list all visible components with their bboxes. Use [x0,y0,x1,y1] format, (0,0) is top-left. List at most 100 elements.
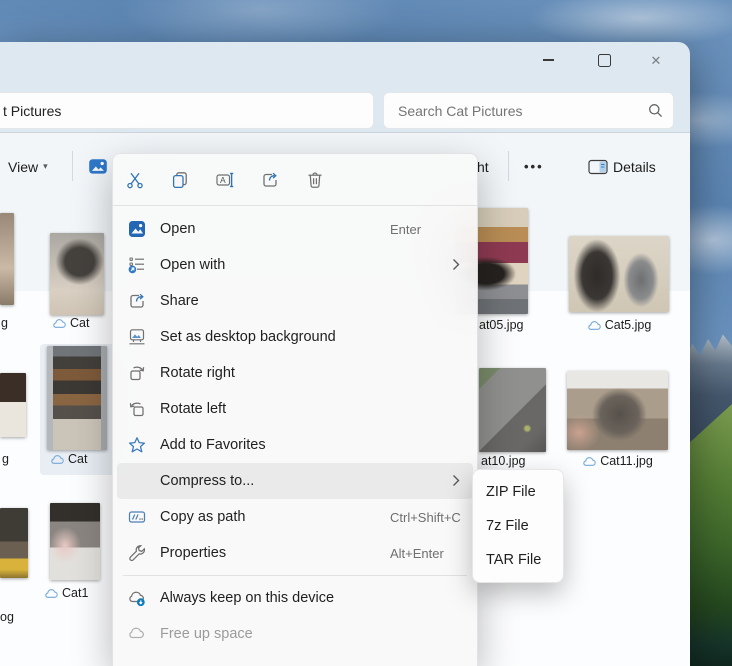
menu-item-label: Set as desktop background [160,329,336,345]
menu-item-open-with[interactable]: Open with [117,247,473,283]
set-background-button[interactable] [87,133,109,200]
menu-item-label: Copy as path [160,509,245,525]
file-label: Cat [52,316,89,330]
submenu-item-label: TAR File [486,552,541,568]
open-with-icon [127,255,147,275]
submenu-item-7z-file[interactable]: 7z File [473,509,563,543]
share-icon [127,291,147,311]
details-button[interactable]: Details [588,133,656,200]
menu-item-label: Properties [160,545,226,561]
menu-item-label: Open with [160,257,225,273]
menu-item-copy-as-path[interactable]: Copy as path Ctrl+Shift+C [117,499,473,535]
copy-path-icon [127,507,147,527]
delete-button[interactable] [297,162,333,198]
rotate-left-icon [127,399,147,419]
menu-divider [123,575,467,576]
menu-item-free-up-space[interactable]: Free up space [117,616,473,652]
menu-item-rotate-right[interactable]: Rotate right [117,355,473,391]
search-input[interactable] [384,102,648,120]
share-button[interactable] [252,162,288,198]
file-thumbnail[interactable] [0,373,26,437]
menu-item-label: Compress to... [160,473,254,489]
clipped-toolbar-button[interactable]: ht [477,133,489,200]
menu-item-open[interactable]: Open Enter [117,211,473,247]
address-text: t Pictures [0,103,61,119]
onedrive-cloud-icon [52,318,66,329]
menu-item-rotate-left[interactable]: Rotate left [117,391,473,427]
search-icon [648,103,663,118]
svg-text:A: A [220,175,226,185]
menu-item-label: Open [160,221,195,237]
menu-items: Open Enter Open with Share Set as deskto… [113,206,477,652]
rename-button[interactable]: A [207,162,243,198]
submenu-item-label: ZIP File [486,484,536,500]
details-pane-icon [588,159,608,175]
menu-item-shortcut: Alt+Enter [390,546,444,561]
minimize-icon [543,59,554,60]
file-thumbnail[interactable] [50,233,104,315]
see-more-button[interactable]: ••• [524,133,544,200]
chevron-down-icon: ▾ [43,161,48,172]
wallpaper-hill [686,404,732,666]
menu-item-label: Rotate right [160,365,235,381]
maximize-icon [598,54,611,67]
menu-item-set-as-desktop-background[interactable]: Set as desktop background [117,319,473,355]
menu-item-label: Free up space [160,626,253,642]
menu-item-label: Share [160,293,199,309]
cut-icon [125,170,145,190]
menu-item-label: Always keep on this device [160,590,334,606]
menu-item-properties[interactable]: Properties Alt+Enter [117,535,473,571]
menu-item-share[interactable]: Share [117,283,473,319]
file-thumbnail-selected[interactable] [47,346,107,450]
file-thumbnail[interactable] [479,368,546,452]
file-label: at05.jpg [479,318,523,332]
view-label: View [8,159,38,175]
menu-item-add-to-favorites[interactable]: Add to Favorites [117,427,473,463]
file-label: g [2,452,9,466]
menu-item-compress-to[interactable]: Compress to... [117,463,473,499]
file-thumbnail[interactable] [0,213,14,305]
submenu-item-label: 7z File [486,518,529,534]
rename-icon: A [215,170,235,190]
file-label: og [0,610,14,624]
cloud-icon [127,624,147,644]
submenu-item-tar-file[interactable]: TAR File [473,543,563,577]
menu-item-label: Rotate left [160,401,226,417]
maximize-button[interactable] [584,46,624,74]
quick-actions-row: A [113,154,477,205]
photo-icon [127,219,147,239]
cut-button[interactable] [117,162,153,198]
minimize-button[interactable] [528,46,568,74]
ellipsis-icon: ••• [524,159,544,174]
file-thumbnail[interactable] [50,503,100,580]
view-button[interactable]: View ▾ [8,133,48,200]
file-thumbnail[interactable] [0,508,28,578]
close-button[interactable]: ✕ [636,46,676,74]
wrench-icon [127,543,147,563]
star-icon [127,435,147,455]
chevron-right-icon [452,474,460,487]
file-thumbnail[interactable] [569,236,669,312]
file-label: Cat11.jpg [567,454,668,468]
file-label: Cat5.jpg [569,318,669,332]
file-label: g [1,316,8,330]
copy-button[interactable] [162,162,198,198]
onedrive-cloud-icon [50,454,64,465]
search-box[interactable] [383,92,674,129]
address-bar[interactable]: t Pictures [0,92,374,129]
onedrive-cloud-icon [44,588,58,599]
submenu-item-zip-file[interactable]: ZIP File [473,475,563,509]
menu-item-label: Add to Favorites [160,437,266,453]
context-menu: A Open Enter Open with Share Set as desk… [112,153,478,666]
menu-item-shortcut: Enter [390,222,421,237]
file-label: Cat [50,452,87,466]
file-label: Cat1 [44,586,88,600]
cloud-download-icon [127,588,147,608]
close-icon: ✕ [651,54,662,67]
menu-item-always-keep-on-this-device[interactable]: Always keep on this device [117,580,473,616]
file-thumbnail[interactable] [567,371,668,450]
delete-icon [305,170,325,190]
titlebar: ✕ [0,42,690,88]
onedrive-cloud-icon [582,456,596,467]
clipped-button-label: ht [477,159,489,175]
